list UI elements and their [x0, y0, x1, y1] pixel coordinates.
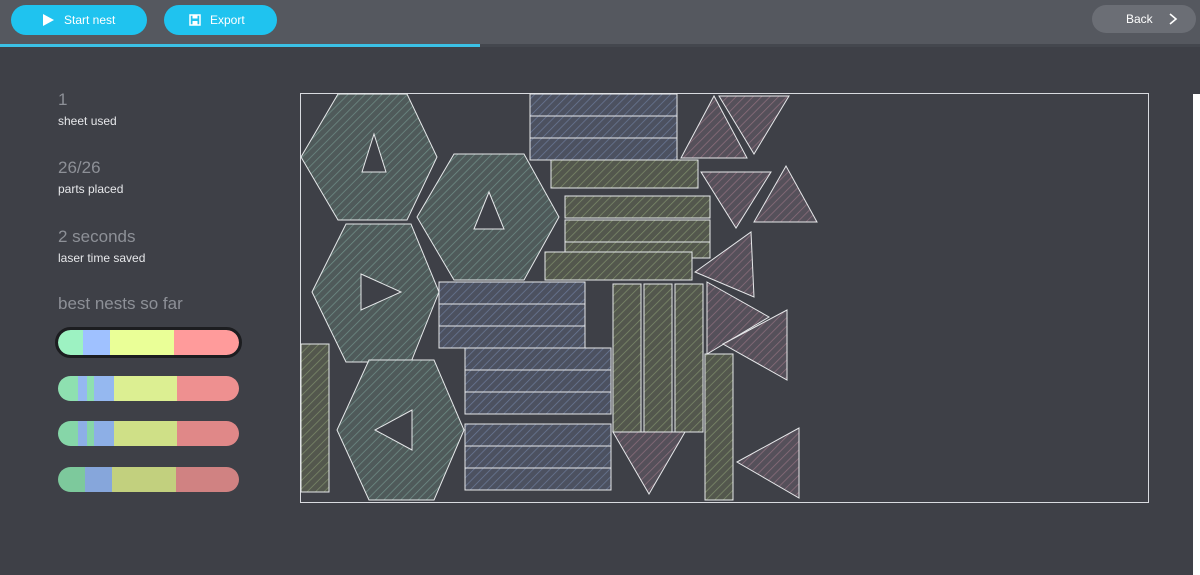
best-nests-title: best nests so far — [58, 294, 183, 313]
nest-segment — [173, 330, 239, 355]
start-nest-label: Start nest — [64, 13, 116, 27]
nest-option[interactable] — [55, 327, 242, 358]
toolbar: Start nest Export Back — [0, 0, 1200, 44]
nest-segment — [110, 330, 174, 355]
hex-part — [300, 93, 438, 221]
nest-segment — [58, 467, 86, 492]
back-label: Back — [1126, 12, 1153, 26]
nest-option[interactable] — [58, 467, 239, 492]
nest-segment — [83, 330, 111, 355]
save-icon — [189, 14, 201, 29]
nest-option[interactable] — [58, 421, 239, 446]
nest-segment — [114, 421, 178, 446]
nest-segment — [86, 376, 95, 401]
nest-progress-fill — [0, 44, 480, 47]
sheets-used-label: sheet used — [58, 114, 117, 128]
nest-segment — [177, 421, 239, 446]
nest-segment — [86, 421, 95, 446]
nest-segment — [58, 330, 84, 355]
parts-placed-label: parts placed — [58, 182, 124, 196]
nest-segment — [77, 376, 87, 401]
nest-segment — [112, 467, 176, 492]
nest-option[interactable] — [58, 376, 239, 401]
chevron-right-icon — [1168, 13, 1178, 28]
laser-time-value: 2 seconds — [58, 227, 136, 246]
nest-segment — [77, 421, 87, 446]
nest-segment — [177, 376, 239, 401]
nest-segment — [94, 376, 115, 401]
rect-stack — [438, 281, 586, 349]
export-label: Export — [210, 13, 245, 27]
nest-segment — [85, 467, 113, 492]
nest-preview-sheet — [300, 93, 1149, 503]
export-button[interactable]: Export — [164, 5, 277, 35]
rect-stack — [464, 347, 612, 491]
rect-stack — [529, 93, 678, 161]
hex-part — [336, 359, 465, 501]
hex-part — [416, 153, 560, 281]
nest-segment — [58, 421, 78, 446]
side-panel-edge — [1193, 94, 1200, 575]
start-nest-button[interactable]: Start nest — [11, 5, 147, 35]
nest-segment — [114, 376, 178, 401]
nest-segment — [58, 376, 78, 401]
rect-stack — [544, 159, 711, 281]
parts-placed-value: 26/26 — [58, 158, 101, 177]
laser-time-label: laser time saved — [58, 251, 146, 265]
nest-progress-bar — [0, 44, 1200, 47]
hex-part — [311, 223, 440, 363]
nest-segment — [94, 421, 115, 446]
sheets-used-value: 1 — [58, 90, 68, 109]
nest-segment — [175, 467, 239, 492]
play-icon — [41, 13, 55, 30]
back-button[interactable]: Back — [1092, 5, 1196, 33]
